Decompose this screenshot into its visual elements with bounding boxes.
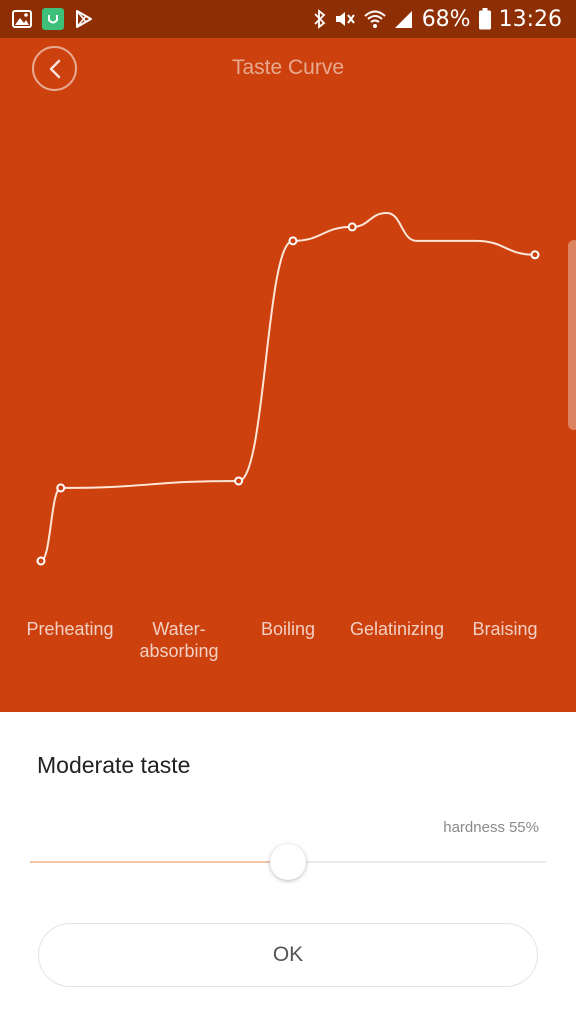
- status-bar: 68% 13:26: [0, 0, 576, 38]
- stage-label-waterabsorbing: Water-absorbing: [139, 619, 219, 661]
- status-left-icons: [12, 8, 94, 30]
- taste-curve-chart: [36, 211, 540, 566]
- curve-point-5: [530, 250, 540, 260]
- hardness-prefix: hardness: [443, 819, 505, 836]
- gallery-icon: [12, 10, 32, 28]
- taste-curve-panel: Taste Curve Preheating Water-absorbing Boi…: [0, 38, 576, 712]
- stage-label-braising: Braising: [472, 619, 538, 639]
- curve-point-4: [347, 222, 357, 232]
- slider-thumb[interactable]: [270, 844, 306, 880]
- wifi-icon: [364, 9, 386, 29]
- ok-button[interactable]: OK: [38, 923, 538, 987]
- hardness-slider[interactable]: [30, 844, 546, 880]
- taste-settings-panel: Moderate taste hardness 55% OK: [0, 712, 576, 1024]
- status-right-icons: 68% 13:26: [314, 7, 562, 32]
- taste-curve-line: [40, 211, 536, 562]
- curve-point-2: [234, 476, 244, 486]
- play-store-icon: [74, 9, 94, 29]
- signal-icon: [394, 9, 414, 29]
- hardness-value: 55%: [508, 819, 539, 836]
- taste-title: Moderate taste: [37, 752, 191, 778]
- hardness-label: hardness 55%: [443, 819, 539, 836]
- stage-label-gelatinizing: Gelatinizing: [349, 619, 445, 639]
- mute-icon: [334, 9, 356, 29]
- clock: 13:26: [498, 6, 562, 32]
- battery-icon: [478, 8, 491, 30]
- mi-home-icon: [42, 8, 64, 30]
- curve-point-0: [36, 556, 46, 566]
- curve-point-3: [288, 236, 298, 246]
- stage-label-boiling: Boiling: [260, 619, 316, 639]
- battery-percent: 68%: [421, 6, 471, 32]
- stage-label-preheating: Preheating: [26, 619, 114, 639]
- bluetooth-icon: [314, 9, 326, 29]
- slider-fill: [30, 861, 288, 863]
- curve-point-1: [56, 483, 66, 493]
